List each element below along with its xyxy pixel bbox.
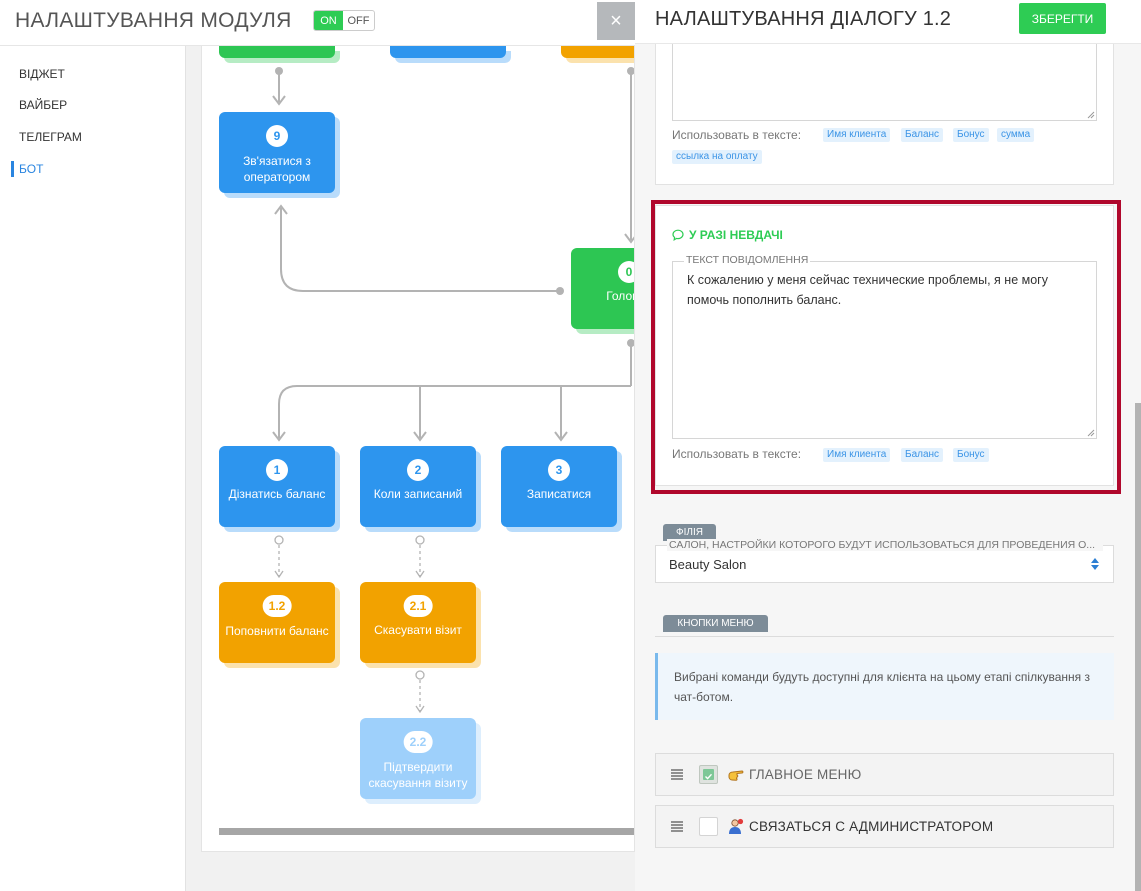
node-number: 1.2	[262, 595, 292, 617]
tag-bonus[interactable]: Бонус	[953, 128, 989, 142]
tag-sum[interactable]: сумма	[997, 128, 1035, 142]
menu-item-contact-admin[interactable]: СВЯЗАТЬСЯ С АДМИНИСТРАТОРОМ	[655, 805, 1114, 848]
tag-balance[interactable]: Баланс	[901, 128, 944, 142]
node-number: 0	[618, 261, 634, 283]
node-number: 2.1	[403, 595, 433, 617]
branch-select-label: САЛОН, НАСТРОЙКИ КОТОРОГО БУДУТ ИСПОЛЬЗО…	[667, 539, 1103, 551]
node-label: Головне	[606, 289, 634, 303]
drag-handle-icon[interactable]	[671, 768, 683, 780]
module-title: НАЛАШТУВАННЯ МОДУЛЯ	[15, 9, 292, 32]
node-number: 2	[407, 459, 429, 481]
node-label: Поповнити баланс	[225, 624, 329, 638]
node-number: 2.2	[403, 731, 433, 753]
flow-node-2-2[interactable]: 2.2 Підтвердити скасування візиту	[360, 718, 476, 799]
flow-node-2-1[interactable]: 2.1 Скасувати візит	[360, 582, 476, 663]
flow-node-9[interactable]: 9 Зв'язатися з оператором	[219, 112, 335, 193]
flow-node-partial[interactable]	[561, 46, 634, 58]
close-panel-button[interactable]: ×	[597, 2, 635, 40]
contact-admin-checkbox[interactable]	[699, 817, 718, 836]
admin-contact-icon	[729, 818, 744, 834]
node-label: Коли записаний	[373, 487, 463, 501]
pointing-hand-icon	[728, 770, 744, 781]
close-icon: ×	[610, 9, 622, 32]
panel-vertical-scrollbar[interactable]	[1135, 403, 1141, 891]
dialog-settings-panel: Использовать в тексте: Имя клиента Балан…	[635, 0, 1141, 891]
sidebar: ВІДЖЕТ ВАЙБЕР ТЕЛЕГРАМ БОТ	[0, 46, 186, 891]
menu-item-main-menu[interactable]: ГЛАВНОЕ МЕНЮ	[655, 753, 1114, 796]
canvas-horizontal-scrollbar[interactable]	[219, 828, 634, 835]
node-label: Підтвердити скасування візиту	[368, 760, 468, 790]
toggle-on[interactable]: ON	[314, 11, 343, 30]
toggle-off[interactable]: OFF	[343, 11, 374, 30]
menu-item-label: ГЛАВНОЕ МЕНЮ	[749, 767, 862, 782]
flow-node-0[interactable]: 0 Головне	[571, 248, 634, 329]
tag-client-name[interactable]: Имя клиента	[823, 128, 891, 142]
node-number: 1	[266, 459, 288, 481]
node-number: 3	[548, 459, 570, 481]
flow-node-1-2[interactable]: 1.2 Поповнити баланс	[219, 582, 335, 663]
main-menu-checkbox[interactable]	[699, 765, 718, 784]
node-label: Скасувати візит	[374, 623, 462, 637]
node-label: Зв'язатися з оператором	[243, 154, 311, 184]
dialog-header: НАЛАШТУВАННЯ ДІАЛОГУ 1.2 ЗБЕРЕГТИ	[635, 0, 1141, 44]
flow-node-3[interactable]: 3 Записатися	[501, 446, 617, 527]
node-number: 9	[266, 125, 288, 147]
sidebar-item-telegram[interactable]: ТЕЛЕГРАМ	[19, 130, 82, 144]
save-button[interactable]: ЗБЕРЕГТИ	[1019, 3, 1106, 34]
menu-item-label: СВЯЗАТЬСЯ С АДМИНИСТРАТОРОМ	[749, 819, 994, 834]
select-arrows-icon[interactable]	[1090, 556, 1100, 572]
module-toggle[interactable]: ON OFF	[313, 10, 375, 31]
flow-node-partial[interactable]	[219, 46, 335, 58]
checkmark-icon	[703, 769, 714, 780]
flow-canvas[interactable]: 9 Зв'язатися з оператором 0 Головне 1 Ді…	[201, 46, 635, 852]
sidebar-item-widget[interactable]: ВІДЖЕТ	[19, 67, 65, 81]
failure-highlight-frame	[651, 200, 1121, 494]
section-divider	[655, 636, 1114, 637]
tag-payment-link[interactable]: ссылка на оплату	[672, 150, 762, 164]
flow-node-partial[interactable]	[390, 46, 506, 58]
drag-handle-icon[interactable]	[671, 820, 683, 832]
resize-grip-icon[interactable]	[1087, 111, 1095, 119]
branch-select-value[interactable]: Beauty Salon	[669, 557, 746, 572]
module-header: НАЛАШТУВАННЯ МОДУЛЯ ON OFF	[0, 0, 635, 46]
dialog-title: НАЛАШТУВАННЯ ДІАЛОГУ 1.2	[655, 8, 952, 30]
menu-info-text: Вибрані команди будуть доступні для кліє…	[674, 670, 1090, 704]
menu-info-box: Вибрані команди будуть доступні для кліє…	[655, 653, 1114, 720]
sidebar-item-bot[interactable]: БОТ	[19, 162, 43, 176]
flow-node-2[interactable]: 2 Коли записаний	[360, 446, 476, 527]
sidebar-item-viber[interactable]: ВАЙБЕР	[19, 98, 67, 112]
sidebar-active-indicator	[11, 161, 14, 177]
use-in-text-label: Использовать в тексте:	[672, 128, 802, 142]
node-label: Дізнатись баланс	[228, 487, 326, 501]
flow-node-1[interactable]: 1 Дізнатись баланс	[219, 446, 335, 527]
menu-buttons-tab: КНОПКИ МЕНЮ	[663, 615, 768, 632]
node-label: Записатися	[526, 487, 592, 501]
